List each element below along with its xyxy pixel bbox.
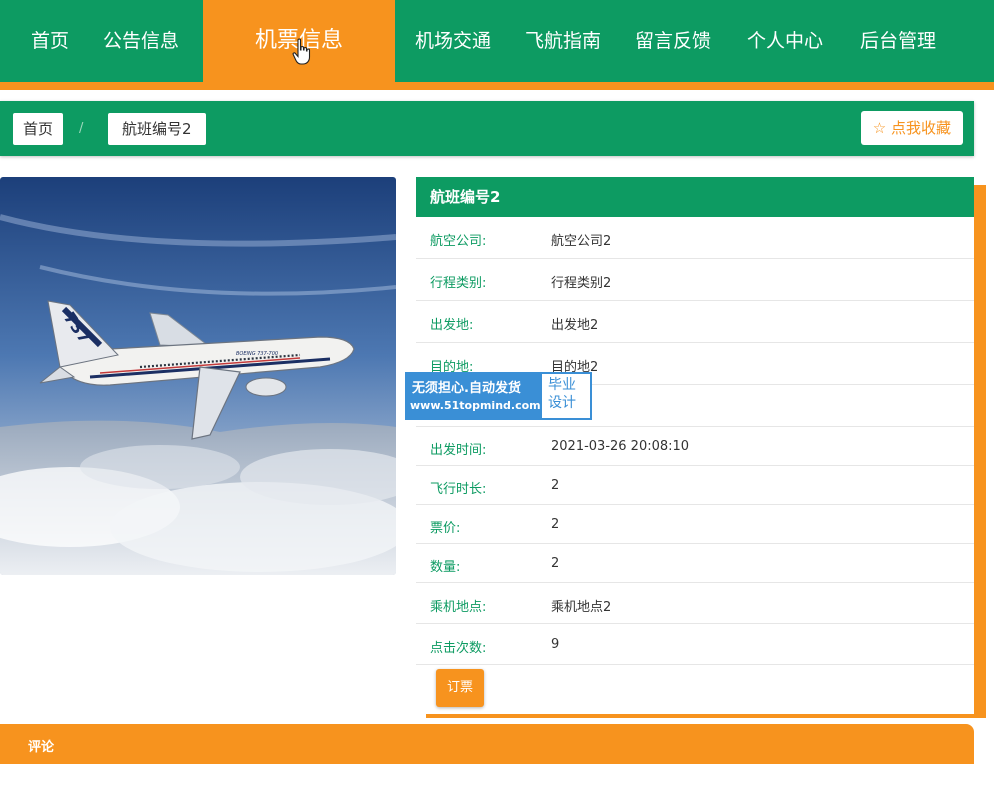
field-label: 数量: bbox=[430, 560, 461, 575]
nav-item-feedback[interactable]: 留言反馈 bbox=[635, 0, 711, 82]
comments-label: 评论 bbox=[28, 740, 55, 755]
hand-cursor-icon bbox=[292, 38, 311, 65]
field-value: 出发地2 bbox=[551, 318, 599, 333]
detail-row: 票价: 2 bbox=[416, 505, 974, 544]
nav-item-announcements[interactable]: 公告信息 bbox=[103, 0, 179, 82]
field-value: 2 bbox=[551, 478, 560, 493]
field-label: 票价: bbox=[430, 521, 461, 536]
flight-title: 航班编号2 bbox=[416, 177, 974, 217]
field-value: 2 bbox=[551, 517, 560, 532]
breadcrumb-separator: / bbox=[79, 121, 84, 136]
comments-header: 评论 bbox=[0, 724, 974, 764]
watermark-line1: 无须担心.自动发货 bbox=[412, 381, 521, 396]
book-ticket-button[interactable]: 订票 bbox=[436, 669, 484, 707]
detail-row: 数量: 2 bbox=[416, 544, 974, 583]
field-value: 2021-03-26 20:08:10 bbox=[551, 439, 690, 454]
field-label: 航空公司: bbox=[430, 234, 487, 249]
nav-item-personal-center[interactable]: 个人中心 bbox=[747, 0, 823, 82]
field-value: 2 bbox=[551, 556, 560, 571]
watermark-line2: www.51topmind.com bbox=[410, 399, 541, 412]
field-value: 行程类别2 bbox=[551, 276, 612, 291]
flight-detail-panel: 航班编号2 航空公司: 航空公司2 行程类别: 行程类别2 出发地: 出发地2 … bbox=[416, 177, 974, 714]
flight-image: 737 BOEING 737-700 bbox=[0, 177, 396, 575]
field-label: 出发时间: bbox=[430, 443, 487, 458]
watermark-badge: 无须担心.自动发货 www.51topmind.com 毕业设计 bbox=[405, 372, 592, 420]
field-label: 点击次数: bbox=[430, 641, 487, 656]
field-label: 行程类别: bbox=[430, 276, 487, 291]
detail-row: 乘机地点: 乘机地点2 bbox=[416, 583, 974, 624]
field-value: 航空公司2 bbox=[551, 234, 612, 249]
nav-accent-line bbox=[0, 82, 994, 90]
detail-row: 出发地: 出发地2 bbox=[416, 301, 974, 343]
field-label: 飞行时长: bbox=[430, 482, 487, 497]
fuselage-label: BOEING 737-700 bbox=[236, 351, 278, 357]
detail-row: 飞行时长: 2 bbox=[416, 466, 974, 505]
nav-item-admin[interactable]: 后台管理 bbox=[860, 0, 936, 82]
nav-item-airport-transport[interactable]: 机场交通 bbox=[415, 0, 491, 82]
favorite-button[interactable]: ☆ 点我收藏 bbox=[860, 111, 963, 145]
breadcrumb-home[interactable]: 首页 bbox=[13, 113, 64, 145]
field-label: 乘机地点: bbox=[430, 600, 487, 615]
field-label: 出发地: bbox=[430, 318, 474, 333]
breadcrumb: 首页 / 航班编号2 ☆ 点我收藏 bbox=[0, 101, 974, 156]
breadcrumb-current[interactable]: 航班编号2 bbox=[108, 113, 206, 145]
nav-item-home[interactable]: 首页 bbox=[31, 0, 69, 82]
field-value: 9 bbox=[551, 637, 560, 652]
detail-row: 出发时间: 2021-03-26 20:08:10 bbox=[416, 427, 974, 466]
detail-row: 点击次数: 9 bbox=[416, 624, 974, 665]
nav-item-flight-guide[interactable]: 飞航指南 bbox=[525, 0, 601, 82]
top-nav: 首页 公告信息 机票信息 机场交通 飞航指南 留言反馈 个人中心 后台管理 bbox=[0, 0, 994, 82]
field-value: 乘机地点2 bbox=[551, 600, 612, 615]
watermark-side: 毕业设计 bbox=[548, 377, 576, 411]
watermark-left: 无须担心.自动发货 www.51topmind.com bbox=[407, 374, 542, 418]
detail-row: 航空公司: 航空公司2 bbox=[416, 217, 974, 259]
detail-row: 行程类别: 行程类别2 bbox=[416, 259, 974, 301]
airplane-photo: 737 BOEING 737-700 bbox=[0, 177, 396, 575]
